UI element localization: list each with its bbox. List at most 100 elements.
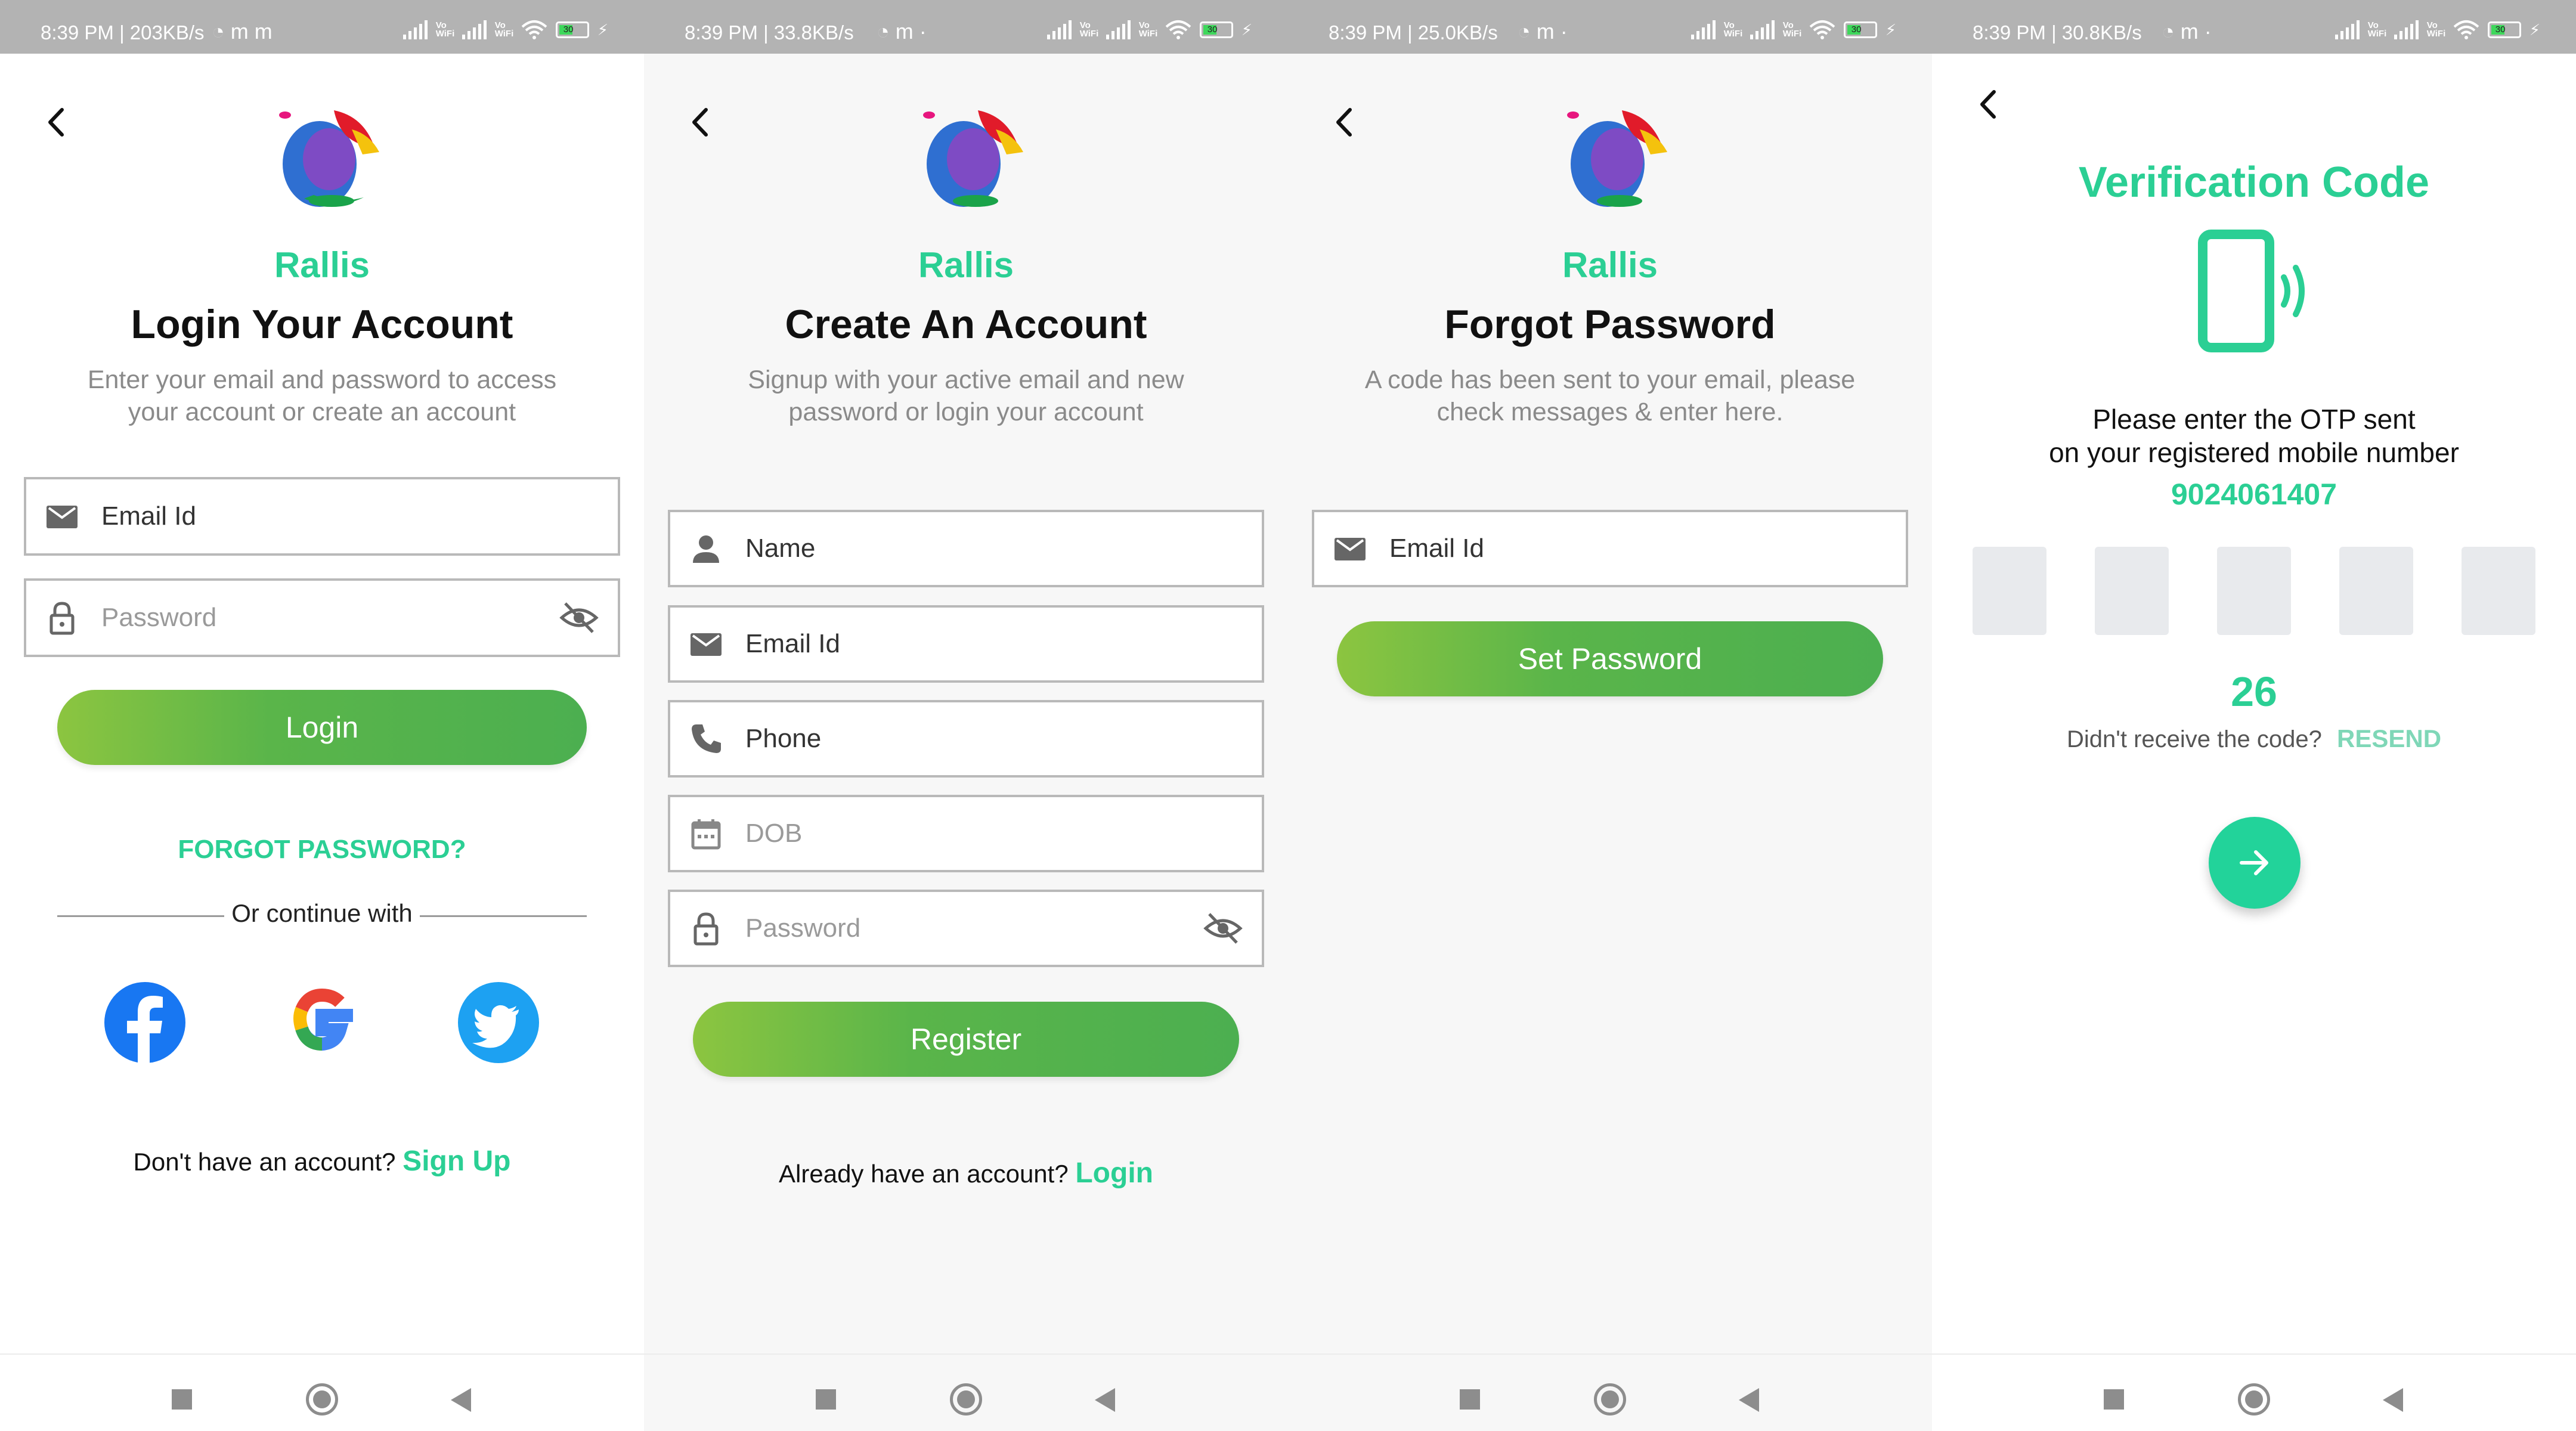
- otp-instructions-line2: on your registered mobile number: [2049, 437, 2459, 468]
- brand-name: Rallis: [1562, 245, 1658, 285]
- battery-icon: 30: [2487, 21, 2521, 38]
- back-nav-icon[interactable]: [2383, 1388, 2403, 1412]
- set-password-button[interactable]: Set Password: [1337, 621, 1883, 696]
- email-field[interactable]: Email Id: [1312, 510, 1908, 587]
- home-icon[interactable]: [306, 1383, 338, 1415]
- google-icon[interactable]: [280, 981, 364, 1064]
- otp-digit-input[interactable]: [2462, 547, 2535, 635]
- status-bar: 8:39 PM | 33.8KB/s ◔ m · Vo WiFi Vo WiFi…: [644, 0, 1288, 54]
- password-field[interactable]: Password: [24, 578, 620, 657]
- nav-bar: [1288, 1353, 1932, 1431]
- resend-row: Didn't receive the code? RESEND: [1932, 724, 2576, 753]
- wifi-icon: [521, 20, 547, 39]
- resend-link[interactable]: RESEND: [2337, 724, 2441, 752]
- password-placeholder: Password: [101, 603, 217, 632]
- email-placeholder: Email Id: [101, 501, 196, 531]
- status-icons: Vo WiFi Vo WiFi 30 ⚡: [1046, 17, 1252, 43]
- battery-icon: 30: [1843, 21, 1877, 38]
- dob-placeholder: DOB: [745, 819, 803, 848]
- battery-icon: 30: [1199, 21, 1233, 38]
- status-icons: Vo WiFi Vo WiFi 30 ⚡: [1690, 17, 1896, 43]
- password-placeholder: Password: [745, 913, 861, 943]
- login-link[interactable]: Login: [1075, 1157, 1153, 1189]
- lock-icon: [693, 912, 719, 946]
- person-icon: [693, 535, 719, 563]
- next-button[interactable]: [2209, 817, 2301, 909]
- otp-digit-input[interactable]: [2217, 547, 2291, 635]
- charging-icon: ⚡: [1241, 20, 1252, 39]
- wifi-icon: [2453, 20, 2479, 39]
- calendar-icon: [691, 819, 721, 850]
- password-field[interactable]: Password: [668, 890, 1264, 967]
- twitter-icon[interactable]: [457, 981, 540, 1064]
- recents-icon[interactable]: [2104, 1389, 2124, 1410]
- otp-digit-input[interactable]: [2095, 547, 2169, 635]
- register-button[interactable]: Register: [693, 1002, 1239, 1077]
- rallis-logo: [279, 110, 379, 207]
- rallis-logo: [923, 110, 1023, 207]
- email-field[interactable]: Email Id: [24, 477, 620, 556]
- nav-bar: [1932, 1353, 2576, 1431]
- nav-bar: [644, 1353, 1288, 1431]
- signup-prompt-text: Don't have an account?: [133, 1148, 396, 1176]
- phone-field[interactable]: Phone: [668, 700, 1264, 778]
- phone-number: 9024061407: [2171, 478, 2337, 511]
- signal-icon: [462, 20, 487, 39]
- facebook-icon[interactable]: [103, 981, 187, 1064]
- name-placeholder: Name: [745, 534, 816, 563]
- home-icon[interactable]: [1594, 1383, 1626, 1415]
- phone-icon: [692, 724, 721, 753]
- otp-digit-input[interactable]: [2339, 547, 2413, 635]
- back-nav-icon[interactable]: [1095, 1388, 1115, 1412]
- back-nav-icon[interactable]: [451, 1388, 471, 1412]
- signal-icon: [2334, 20, 2360, 39]
- status-bar: 8:39 PM | 25.0KB/s ◔ m · Vo WiFi Vo WiFi…: [1288, 0, 1932, 54]
- wifi-icon: [1809, 20, 1835, 39]
- vowifi-icon: Vo WiFi: [1723, 20, 1743, 39]
- back-arrow-icon[interactable]: [38, 101, 74, 143]
- vowifi-icon: Vo WiFi: [1079, 20, 1099, 39]
- nav-bar: [0, 1353, 644, 1431]
- phone-vibrate-icon: [2198, 230, 2305, 352]
- login-screen: 8:39 PM | 203KB/s ◔ m m Vo WiFi Vo WiFi …: [0, 0, 644, 1431]
- dob-field[interactable]: DOB: [668, 795, 1264, 872]
- recents-icon[interactable]: [172, 1389, 192, 1410]
- signup-prompt: Don't have an account? Sign Up: [0, 1145, 644, 1178]
- page-title: Create An Account: [785, 302, 1147, 347]
- login-prompt: Already have an account? Login: [644, 1157, 1288, 1190]
- email-field[interactable]: Email Id: [668, 605, 1264, 683]
- home-icon[interactable]: [950, 1383, 982, 1415]
- name-field[interactable]: Name: [668, 510, 1264, 587]
- forgot-password-link[interactable]: FORGOT PASSWORD?: [0, 835, 644, 865]
- charging-icon: ⚡: [597, 20, 608, 39]
- home-icon[interactable]: [2238, 1383, 2270, 1415]
- recents-icon[interactable]: [816, 1389, 836, 1410]
- recents-icon[interactable]: [1460, 1389, 1480, 1410]
- wifi-icon: [1165, 20, 1191, 39]
- back-arrow-icon[interactable]: [1326, 101, 1362, 143]
- screens-container: 8:39 PM | 203KB/s ◔ m m Vo WiFi Vo WiFi …: [0, 0, 2576, 1431]
- login-prompt-text: Already have an account?: [779, 1160, 1069, 1188]
- eye-off-icon[interactable]: [1203, 910, 1243, 946]
- arrow-right-icon: [2240, 850, 2268, 875]
- status-icons: Vo WiFi Vo WiFi 30 ⚡: [2334, 17, 2540, 43]
- phone-placeholder: Phone: [745, 724, 822, 753]
- vowifi-icon: Vo WiFi: [435, 20, 455, 39]
- signal-icon: [1750, 20, 1775, 39]
- sign-up-link[interactable]: Sign Up: [402, 1145, 510, 1177]
- otp-digit-input[interactable]: [1973, 547, 2046, 635]
- email-placeholder: Email Id: [745, 629, 840, 658]
- back-arrow-icon[interactable]: [682, 101, 718, 143]
- status-bar: 8:39 PM | 203KB/s ◔ m m Vo WiFi Vo WiFi …: [0, 0, 644, 54]
- register-screen: 8:39 PM | 33.8KB/s ◔ m · Vo WiFi Vo WiFi…: [644, 0, 1288, 1431]
- page-title: Forgot Password: [1444, 302, 1776, 347]
- back-arrow-icon[interactable]: [1970, 83, 2006, 125]
- status-time: 8:39 PM | 30.8KB/s: [1973, 21, 2142, 44]
- eye-off-icon[interactable]: [559, 600, 599, 636]
- rallis-logo: [1567, 110, 1667, 207]
- page-subtitle: A code has been sent to your email, plea…: [1364, 366, 1856, 426]
- email-placeholder: Email Id: [1389, 534, 1484, 563]
- back-nav-icon[interactable]: [1739, 1388, 1759, 1412]
- status-time: 8:39 PM | 203KB/s: [41, 21, 205, 44]
- login-button[interactable]: Login: [57, 690, 587, 765]
